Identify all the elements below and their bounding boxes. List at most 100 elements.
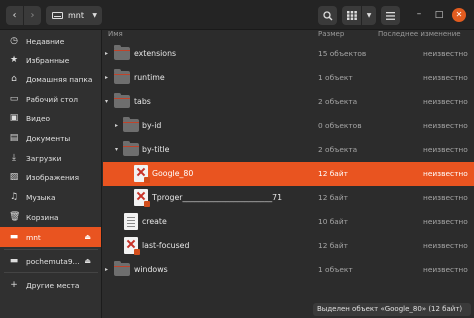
location-label: mnt xyxy=(68,11,84,20)
folder-icon xyxy=(123,141,139,156)
sidebar-item-usb-drive[interactable]: ▬ pochemuta9... ⏏ xyxy=(0,251,101,271)
main-menu-button[interactable] xyxy=(381,6,400,25)
file-size: 12 байт xyxy=(318,241,348,250)
desktop-icon: ▭ xyxy=(9,94,19,104)
file-size: 12 байт xyxy=(318,169,348,178)
back-button[interactable]: ‹ xyxy=(6,6,23,25)
trash-icon: 🗑 xyxy=(9,212,21,222)
sidebar-item-recent[interactable]: ◷ Недавние xyxy=(0,31,101,51)
header-bar: ‹ › mnt ▼ ▼ – □ ✕ xyxy=(0,0,474,30)
view-toggle-button[interactable] xyxy=(342,6,361,25)
file-row[interactable]: ▸ runtime 1 объект неизвестно xyxy=(103,66,474,90)
eject-icon[interactable]: ⏏ xyxy=(84,257,91,265)
file-row[interactable]: ▸ extensions 15 объектов неизвестно xyxy=(103,42,474,66)
sidebar-item-documents[interactable]: ▤ Документы xyxy=(0,128,101,148)
chevron-down-icon: ▼ xyxy=(92,12,97,19)
file-list: Имя Размер Последнее изменение ▸ extensi… xyxy=(103,30,474,318)
file-name: by-id xyxy=(142,121,162,130)
file-size: 15 объектов xyxy=(318,49,367,58)
sidebar-item-label: Корзина xyxy=(26,212,59,222)
sidebar-item-other-locations[interactable]: + Другие места xyxy=(0,275,101,295)
sidebar-item-label: mnt xyxy=(26,232,41,242)
column-header-name[interactable]: Имя xyxy=(108,30,123,38)
file-modified: неизвестно xyxy=(423,193,468,202)
file-row[interactable]: ▾ by-title 2 объекта неизвестно xyxy=(103,138,474,162)
folder-icon xyxy=(123,117,139,132)
collapse-arrow-icon[interactable]: ▾ xyxy=(115,146,118,153)
file-name: last-focused xyxy=(142,241,190,250)
music-icon: ♫ xyxy=(9,192,19,202)
sidebar-item-label: Музыка xyxy=(26,192,56,202)
sidebar-item-music[interactable]: ♫ Музыка xyxy=(0,187,101,207)
folder-icon xyxy=(114,69,130,84)
sidebar-item-videos[interactable]: ▣ Видео xyxy=(0,108,101,128)
sidebar-item-label: Изображения xyxy=(26,172,80,182)
file-name: Tproger_______________________71 xyxy=(152,193,283,202)
file-size: 1 объект xyxy=(318,73,353,82)
download-icon: ⤓ xyxy=(12,153,16,163)
file-size: 0 объектов xyxy=(318,121,362,130)
view-options-button[interactable]: ▼ xyxy=(362,6,376,25)
chevron-down-icon: ▼ xyxy=(366,12,372,19)
minimize-button[interactable]: – xyxy=(412,8,426,22)
column-headers: Имя Размер Последнее изменение xyxy=(103,30,474,40)
drive-icon: ▬ xyxy=(9,256,19,266)
search-icon xyxy=(322,10,332,20)
broken-link-file-icon xyxy=(134,165,150,183)
close-button[interactable]: ✕ xyxy=(452,8,466,22)
expand-arrow-icon[interactable]: ▸ xyxy=(105,74,108,81)
expand-arrow-icon[interactable]: ▸ xyxy=(115,122,118,129)
text-file-icon xyxy=(124,213,138,230)
file-row[interactable]: create 10 байт неизвестно xyxy=(103,210,474,234)
file-row[interactable]: ▸ windows 1 объект неизвестно xyxy=(103,258,474,282)
file-name: Google_80 xyxy=(152,169,194,178)
sidebar-item-label: Загрузки xyxy=(26,153,62,163)
grid-view-icon xyxy=(346,11,357,20)
file-modified: неизвестно xyxy=(423,145,468,154)
column-header-size[interactable]: Размер xyxy=(318,30,344,38)
sidebar-item-downloads[interactable]: ⤓ Загрузки xyxy=(0,148,101,168)
sidebar-item-starred[interactable]: ★ Избранные xyxy=(0,50,101,70)
sidebar-item-desktop[interactable]: ▭ Рабочий стол xyxy=(0,89,101,109)
collapse-arrow-icon[interactable]: ▾ xyxy=(105,98,108,105)
maximize-button[interactable]: □ xyxy=(432,8,446,22)
file-name: tabs xyxy=(134,97,151,106)
file-row[interactable]: last-focused 12 байт неизвестно xyxy=(103,234,474,258)
status-bar: Выделен объект «Google_80» (12 байт) xyxy=(313,303,471,316)
sidebar-item-trash[interactable]: 🗑 Корзина xyxy=(0,207,101,227)
sidebar-item-label: Другие места xyxy=(26,280,80,290)
file-row-selected[interactable]: Google_80 12 байт неизвестно xyxy=(103,162,474,186)
sidebar-item-label: Избранные xyxy=(26,55,70,65)
image-icon: ▨ xyxy=(9,172,19,182)
sidebar-item-label: pochemuta9... xyxy=(26,256,80,266)
sidebar-item-label: Рабочий стол xyxy=(26,94,79,104)
sidebar-item-home[interactable]: ⌂ Домашняя папка xyxy=(0,69,101,89)
file-modified: неизвестно xyxy=(423,265,468,274)
file-row[interactable]: ▾ tabs 2 объекта неизвестно xyxy=(103,90,474,114)
file-modified: неизвестно xyxy=(423,73,468,82)
column-header-modified[interactable]: Последнее изменение xyxy=(378,30,461,38)
file-size: 12 байт xyxy=(318,193,348,202)
sidebar-item-pictures[interactable]: ▨ Изображения xyxy=(0,167,101,187)
search-button[interactable] xyxy=(318,6,337,25)
file-row[interactable]: ▸ by-id 0 объектов неизвестно xyxy=(103,114,474,138)
file-modified: неизвестно xyxy=(423,97,468,106)
chevron-right-icon: › xyxy=(30,10,35,21)
sidebar-item-mnt[interactable]: ▬ mnt ⏏ xyxy=(0,227,101,247)
eject-icon[interactable]: ⏏ xyxy=(84,233,91,241)
file-name: runtime xyxy=(134,73,165,82)
close-icon: ✕ xyxy=(455,10,463,19)
expand-arrow-icon[interactable]: ▸ xyxy=(105,50,108,57)
forward-button[interactable]: › xyxy=(24,6,41,25)
sidebar-item-label: Недавние xyxy=(26,36,65,46)
file-name: create xyxy=(142,217,167,226)
file-name: by-title xyxy=(142,145,170,154)
drive-icon: ▬ xyxy=(9,232,19,242)
plus-icon: + xyxy=(10,280,18,290)
sidebar-item-label: Видео xyxy=(26,113,51,123)
location-button[interactable]: mnt ▼ xyxy=(46,6,102,25)
expand-arrow-icon[interactable]: ▸ xyxy=(105,266,108,273)
file-row[interactable]: Tproger_______________________71 12 байт… xyxy=(103,186,474,210)
folder-icon xyxy=(114,261,130,276)
clock-icon: ◷ xyxy=(10,36,18,46)
